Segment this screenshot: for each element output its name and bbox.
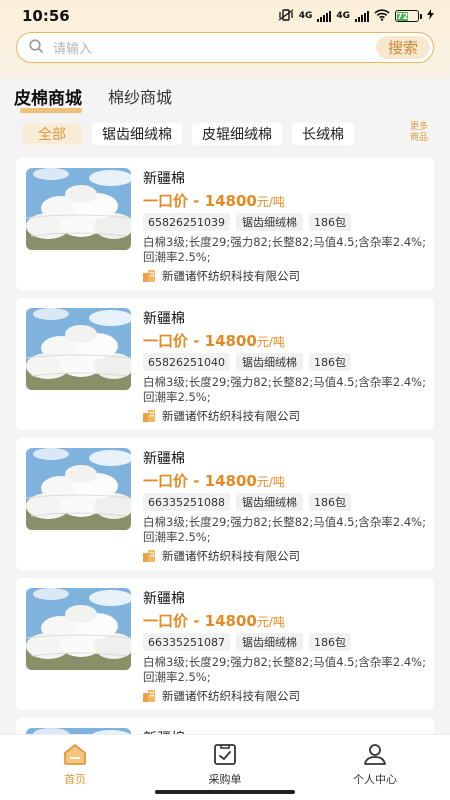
nav-label: 采购单 [208,773,242,786]
tab-label: 皮棉商城 [14,89,82,109]
company-name: 新疆诸怀纺织科技有限公司 [162,689,300,703]
charging-icon [427,9,434,23]
signal-icon [355,10,369,22]
battery-level: 72 [397,12,409,21]
tab-label: 棉纱商城 [108,88,173,107]
seller-company: 新疆诸怀纺织科技有限公司 [143,548,300,564]
product-tags: 65826251040 锯齿细绒棉 186包 [143,353,351,371]
product-card[interactable]: 新疆棉 一口价 - 14800元/吨 66335251087 锯齿细绒棉 186… [16,578,434,710]
product-specs: 白棉3级;长度29;强力82;长整82;马值4.5;含杂率2.4%;回潮率2.5… [143,655,426,684]
search-button[interactable]: 搜索 [376,36,430,59]
seller-company: 新疆诸怀纺织科技有限公司 [143,688,300,704]
seller-company: 新疆诸怀纺织科技有限公司 [143,408,300,424]
vibrate-icon [278,8,294,24]
chip-all[interactable]: 全部 [22,123,82,145]
search-bar[interactable]: 请输入 搜索 [16,32,434,63]
batch-number-tag: 66335251087 [143,633,230,651]
product-tags: 66335251088 锯齿细绒棉 186包 [143,493,351,511]
chip-roller-gin-cotton[interactable]: 皮辊细绒棉 [192,123,282,145]
seller-company: 新疆诸怀纺织科技有限公司 [143,268,300,284]
network-type-2: 4G [336,11,350,21]
nav-profile[interactable]: 个人中心 [300,743,450,787]
company-icon [143,690,155,702]
product-card[interactable]: 新疆棉 一口价 - 14800元/吨 65826251040 锯齿细绒棉 186… [16,298,434,430]
grade-tag: 锯齿细绒棉 [235,213,303,231]
status-icons: 4G 4G 72 [278,8,434,24]
search-icon [29,38,43,57]
nav-purchase-list[interactable]: 采购单 [150,743,300,787]
market-tabs: 皮棉商城 棉纱商城 [14,84,172,113]
home-indicator[interactable] [155,790,295,794]
battery-icon: 72 [395,10,422,22]
product-specs: 白棉3级;长度29;强力82;长整82;马值4.5;含杂率2.4%;回潮率2.5… [143,515,426,544]
nav-home[interactable]: 首页 [0,743,150,787]
bale-count-tag: 186包 [308,633,351,651]
bale-count-tag: 186包 [308,493,351,511]
user-icon [362,743,388,769]
company-name: 新疆诸怀纺织科技有限公司 [162,549,300,563]
signal-icon [317,10,332,22]
product-image [26,448,131,530]
order-icon [212,743,238,769]
company-icon [143,550,155,562]
product-tags: 66335251087 锯齿细绒棉 186包 [143,633,351,651]
batch-number-tag: 65826251040 [143,353,230,371]
category-filter: 全部 锯齿细绒棉 皮辊细绒棉 长绒棉 更多商品 [22,122,442,146]
nav-label: 个人中心 [353,773,397,786]
product-card[interactable]: 新疆棉 一口价 - 14800元/吨 66335251088 锯齿细绒棉 186… [16,438,434,570]
grade-tag: 锯齿细绒棉 [235,493,303,511]
company-icon [143,410,155,422]
chip-long-staple-cotton[interactable]: 长绒棉 [292,123,354,145]
status-bar: 10:56 4G 4G 72 [0,0,450,32]
bale-count-tag: 186包 [308,213,351,231]
product-price: 一口价 - 14800元/吨 [143,192,285,210]
tab-lint-cotton[interactable]: 皮棉商城 [14,84,82,113]
chip-saw-gin-cotton[interactable]: 锯齿细绒棉 [92,123,182,145]
product-specs: 白棉3级;长度29;强力82;长整82;马值4.5;含杂率2.4%;回潮率2.5… [143,235,426,264]
header-area: 10:56 4G 4G 72 请输入 搜索 [0,0,450,78]
product-tags: 65826251039 锯齿细绒棉 186包 [143,213,351,231]
product-price: 一口价 - 14800元/吨 [143,612,285,630]
product-name: 新疆棉 [143,171,185,187]
grade-tag: 锯齿细绒棉 [235,633,303,651]
bale-count-tag: 186包 [308,353,351,371]
product-image [26,168,131,250]
product-image [26,308,131,390]
product-name: 新疆棉 [143,451,185,467]
batch-number-tag: 66335251088 [143,493,230,511]
product-card[interactable]: 新疆棉 一口价 - 14800元/吨 65826251039 锯齿细绒棉 186… [16,158,434,290]
batch-number-tag: 65826251039 [143,213,230,231]
product-image [26,588,131,670]
company-name: 新疆诸怀纺织科技有限公司 [162,269,300,283]
product-name: 新疆棉 [143,591,185,607]
more-products-button[interactable]: 更多商品 [410,122,436,144]
tab-cotton-yarn[interactable]: 棉纱商城 [108,84,172,109]
grade-tag: 锯齿细绒棉 [235,353,303,371]
status-time: 10:56 [22,7,70,25]
network-type-1: 4G [298,11,313,21]
product-specs: 白棉3级;长度29;强力82;长整82;马值4.5;含杂率2.4%;回潮率2.5… [143,375,426,404]
company-icon [143,270,155,282]
product-price: 一口价 - 14800元/吨 [143,332,285,350]
product-name: 新疆棉 [143,311,185,327]
product-price: 一口价 - 14800元/吨 [143,472,285,490]
home-icon [62,743,88,769]
company-name: 新疆诸怀纺织科技有限公司 [162,409,300,423]
nav-label: 首页 [64,773,86,786]
wifi-icon [374,8,390,24]
